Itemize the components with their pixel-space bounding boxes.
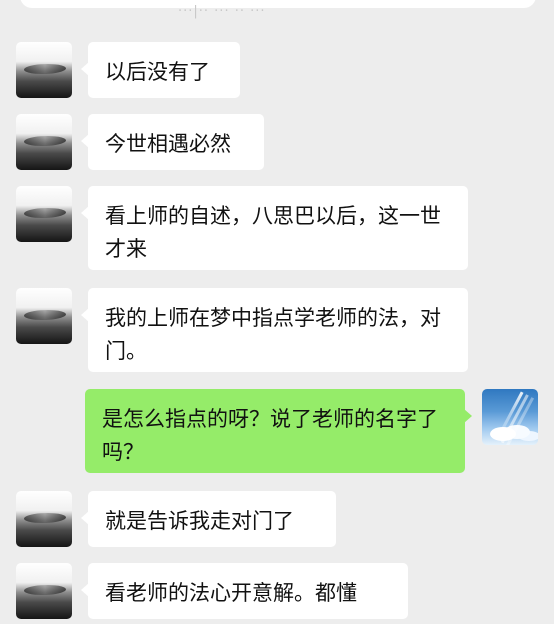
incoming-message-bubble[interactable]: 看上师的自述，八思巴以后，这一世才来 xyxy=(81,186,468,270)
contact-avatar[interactable] xyxy=(16,114,72,170)
chat-window: ···|·· ··· ·· ··· 以后没有了 今世相遇必然 看上师的自述，八思… xyxy=(0,0,554,624)
contact-avatar[interactable] xyxy=(16,491,72,547)
incoming-message-bubble[interactable]: 看老师的法心开意解。都懂 xyxy=(81,563,408,619)
incoming-message-bubble[interactable]: 今世相遇必然 xyxy=(81,114,264,170)
incoming-message-bubble[interactable]: 我的上师在梦中指点学老师的法，对门。 xyxy=(81,288,468,372)
contact-avatar[interactable] xyxy=(16,186,72,242)
contact-avatar[interactable] xyxy=(16,563,72,619)
my-avatar[interactable] xyxy=(482,389,538,445)
top-pill xyxy=(20,0,536,8)
top-partial-bar: ···|·· ··· ·· ··· xyxy=(0,0,554,22)
incoming-message-bubble[interactable]: 就是告诉我走对门了 xyxy=(81,491,336,547)
outgoing-message-bubble[interactable]: 是怎么指点的呀？说了老师的名字了吗？ xyxy=(85,389,472,473)
contact-avatar[interactable] xyxy=(16,288,72,344)
incoming-message-bubble[interactable]: 以后没有了 xyxy=(81,42,240,98)
top-partial-text: ···|·· ··· ·· ··· xyxy=(178,4,266,19)
contact-avatar[interactable] xyxy=(16,42,72,98)
